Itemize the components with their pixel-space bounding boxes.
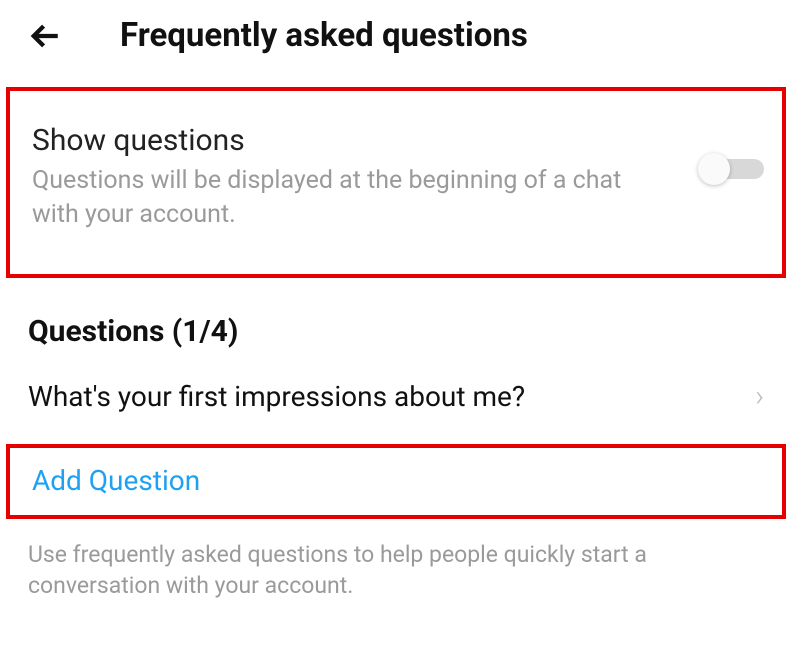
show-questions-text: Show questions Questions will be display…	[32, 123, 698, 232]
page-title: Frequently asked questions	[80, 16, 764, 55]
questions-section-title: Questions (1/4)	[0, 306, 792, 379]
arrow-left-icon	[28, 19, 62, 53]
show-questions-toggle[interactable]	[698, 153, 764, 185]
header: Frequently asked questions	[0, 0, 792, 71]
question-item-label: What's your first impressions about me?	[28, 380, 755, 413]
chevron-right-icon: ›	[755, 379, 764, 414]
add-question-button[interactable]: Add Question	[32, 464, 766, 497]
question-item[interactable]: What's your first impressions about me? …	[0, 379, 792, 432]
show-questions-title: Show questions	[32, 123, 698, 158]
back-button[interactable]	[28, 19, 80, 53]
show-questions-description: Questions will be displayed at the begin…	[32, 164, 622, 232]
toggle-thumb	[698, 153, 730, 185]
add-question-card: Add Question	[6, 444, 786, 519]
show-questions-card: Show questions Questions will be display…	[6, 87, 786, 278]
helper-text: Use frequently asked questions to help p…	[0, 525, 792, 615]
